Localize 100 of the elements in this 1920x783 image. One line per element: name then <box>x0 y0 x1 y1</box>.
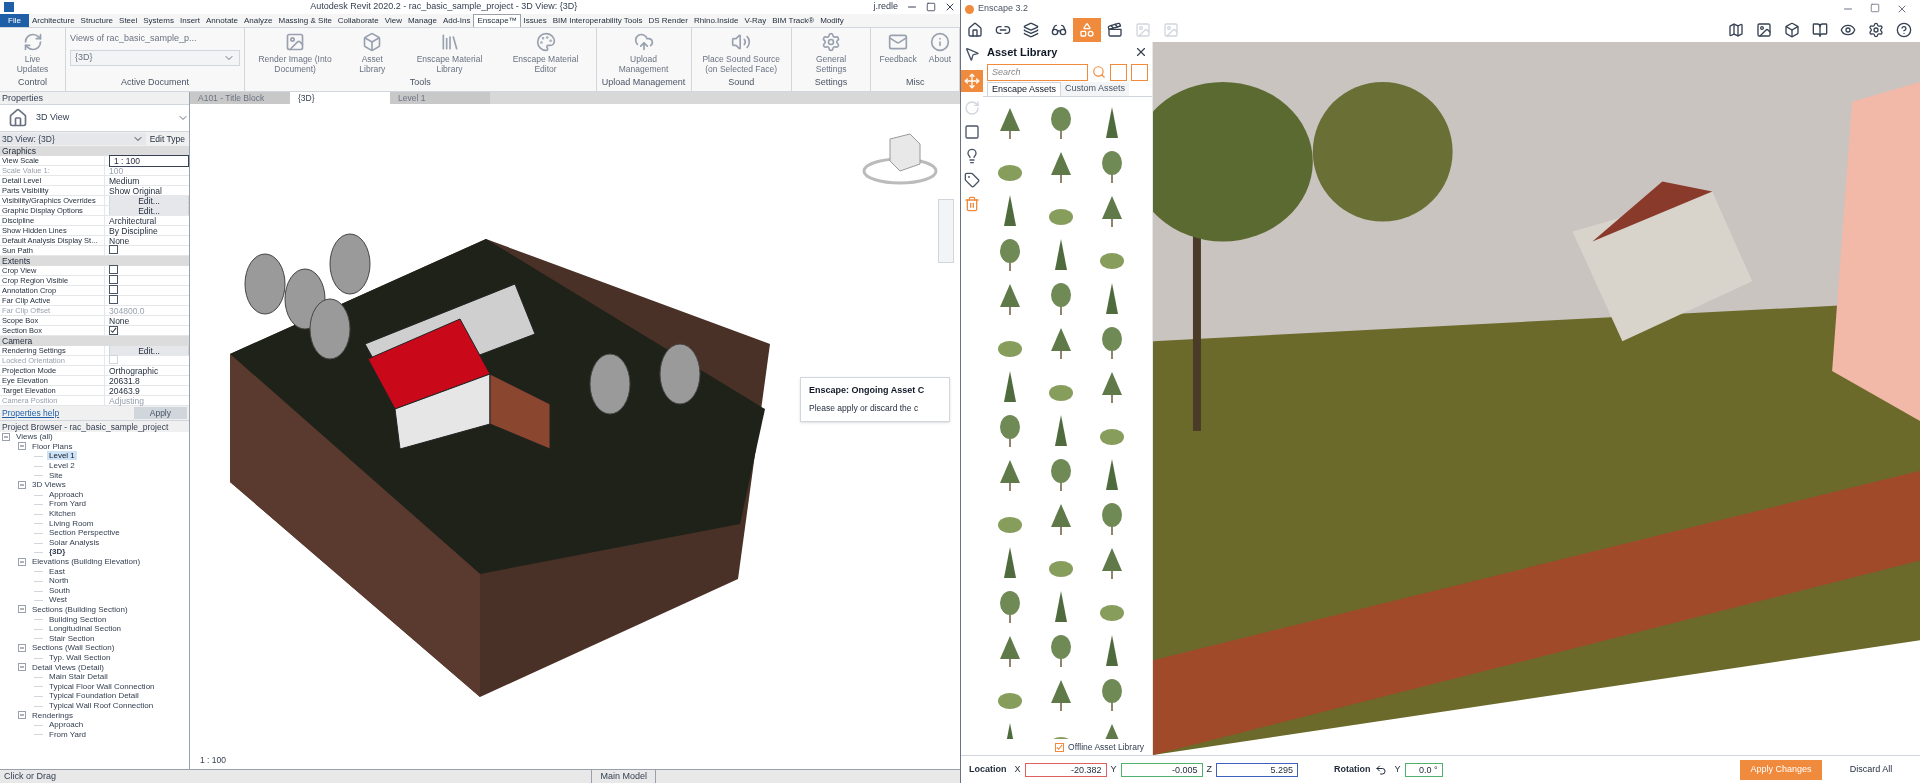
tag-icon[interactable] <box>964 172 980 188</box>
edit-button[interactable]: Edit... <box>109 196 189 205</box>
document-tab[interactable]: {3D} <box>290 92 390 104</box>
book-icon[interactable] <box>1812 22 1828 38</box>
tree-item[interactable]: Views (all) <box>14 432 55 442</box>
ribbon-tab[interactable]: Enscape™ <box>473 14 521 27</box>
ribbon-tab[interactable]: File <box>0 14 29 27</box>
ribbon-tab[interactable]: Steel <box>116 14 141 27</box>
close-icon[interactable] <box>1134 45 1148 59</box>
checkbox[interactable] <box>109 295 118 304</box>
layers-icon[interactable] <box>1023 22 1039 38</box>
tree-item[interactable]: Elevations (Building Elevation) <box>30 557 143 566</box>
settings-icon[interactable] <box>1868 22 1884 38</box>
ribbon-tab[interactable]: View <box>381 14 405 27</box>
tree-item[interactable]: Solar Analysis <box>47 537 102 547</box>
ribbon-tab[interactable]: DS Render <box>645 14 691 27</box>
ribbon-tool-button[interactable]: Feedback <box>875 32 921 64</box>
tree-toggle-icon[interactable] <box>18 643 26 652</box>
tree-item[interactable]: 3D Views <box>30 480 68 490</box>
ribbon-tool-button[interactable]: Enscape Material Editor <box>499 32 592 74</box>
move-tool-button[interactable] <box>961 70 983 92</box>
close-icon[interactable] <box>1896 3 1908 15</box>
tree-item[interactable]: {3D} <box>47 547 68 557</box>
checkbox[interactable] <box>109 325 118 335</box>
tree-item[interactable]: Longitudinal Section <box>47 624 124 634</box>
tree-item[interactable]: From Yard <box>47 729 89 739</box>
edit-button[interactable]: Edit... <box>109 346 189 355</box>
tree-item[interactable]: Kitchen <box>47 509 78 519</box>
maximize-icon[interactable] <box>926 2 936 12</box>
library-tab[interactable]: Enscape Assets <box>987 82 1062 96</box>
tree-item[interactable]: Site <box>47 470 65 480</box>
tree-toggle-icon[interactable] <box>18 442 26 451</box>
checkbox[interactable] <box>109 275 118 284</box>
tree-item[interactable]: Sections (Building Section) <box>30 605 130 614</box>
tree-item[interactable]: Typical Wall Roof Connection <box>47 700 156 710</box>
apply-button[interactable]: Apply <box>133 406 187 420</box>
tree-item[interactable]: Typ. Wall Section <box>47 652 113 662</box>
checkbox[interactable] <box>109 265 118 274</box>
tree-item[interactable]: Renderings <box>30 710 75 720</box>
ribbon-tab[interactable]: BIM Track® <box>769 14 818 27</box>
home-icon[interactable] <box>967 22 983 38</box>
map-icon[interactable] <box>1728 22 1744 38</box>
ribbon-tab[interactable]: Structure <box>77 14 117 27</box>
coordinate-field[interactable]: -0.005 <box>1120 762 1203 777</box>
tree-item[interactable]: Level 2 <box>47 461 77 471</box>
search-icon[interactable] <box>1092 65 1106 79</box>
ribbon-tab[interactable]: Architecture <box>28 14 78 27</box>
tree-item[interactable]: West <box>47 595 70 605</box>
trash-icon[interactable] <box>964 196 980 212</box>
close-icon[interactable] <box>944 1 956 13</box>
tree-item[interactable]: Stair Section <box>47 633 97 643</box>
tree-toggle-icon[interactable] <box>18 605 26 614</box>
ribbon-tool-button[interactable]: Enscape Material Library <box>403 32 496 74</box>
ribbon-tab[interactable]: Analyze <box>241 14 276 27</box>
tree-toggle-icon[interactable] <box>18 557 26 566</box>
scale-label[interactable]: 1 : 100 <box>200 754 226 767</box>
maximize-icon[interactable] <box>1870 3 1880 13</box>
ribbon-tab[interactable]: Insert <box>176 14 203 27</box>
ribbon-tab[interactable]: BIM Interoperability Tools <box>549 14 646 27</box>
tree-item[interactable]: South <box>47 585 72 595</box>
checkbox[interactable] <box>109 245 118 254</box>
ribbon-tool-button[interactable]: Asset Library <box>345 32 400 74</box>
tree-item[interactable]: Level 1 <box>47 451 77 461</box>
tree-item[interactable]: Section Perspective <box>47 528 122 538</box>
eye-icon[interactable] <box>1840 22 1856 38</box>
tree-item[interactable]: Floor Plans <box>30 441 75 451</box>
rotation-field[interactable]: 0.0 ° <box>1404 762 1443 777</box>
tree-item[interactable]: Building Section <box>47 614 109 624</box>
cube-icon[interactable] <box>1784 22 1800 38</box>
coordinate-field[interactable]: -20.382 <box>1024 762 1107 777</box>
tree-item[interactable]: Living Room <box>47 518 96 528</box>
document-dropdown[interactable]: {3D} <box>70 49 241 66</box>
ribbon-tab[interactable]: Add-Ins <box>439 14 474 27</box>
ribbon-tool-button[interactable]: Place Sound Source (on Selected Face) <box>695 32 787 74</box>
pointer-icon[interactable] <box>964 46 980 62</box>
ribbon-tool-button[interactable]: Upload Management <box>600 32 687 74</box>
tree-item[interactable]: East <box>47 566 67 576</box>
properties-help-link[interactable]: Properties help <box>2 406 60 420</box>
tree-toggle-icon[interactable] <box>18 663 26 672</box>
coordinate-field[interactable]: 5.295 <box>1216 762 1299 777</box>
ribbon-tab[interactable]: Systems <box>140 14 177 27</box>
checkbox[interactable] <box>1055 742 1065 752</box>
ribbon-tool-button[interactable]: Render Image (Into Document) <box>249 32 342 74</box>
ribbon-tab[interactable]: Collaborate <box>334 14 382 27</box>
section-header[interactable]: Camera <box>0 336 189 346</box>
checkbox[interactable] <box>109 285 118 294</box>
section-header[interactable]: Extents <box>0 256 189 266</box>
section-header[interactable]: Graphics <box>0 146 189 156</box>
tree-item[interactable]: North <box>47 576 71 586</box>
tree-item[interactable]: Approach <box>47 489 86 499</box>
ribbon-tab[interactable]: V-Ray <box>741 14 770 27</box>
ribbon-tab[interactable]: Annotate <box>202 14 241 27</box>
glasses-icon[interactable] <box>1051 22 1067 38</box>
ribbon-tab[interactable]: Modify <box>817 14 847 27</box>
ribbon-tool-button[interactable]: General Settings <box>795 32 867 74</box>
clapperboard-icon[interactable] <box>1107 22 1123 38</box>
ribbon-tab[interactable]: Issues <box>520 14 550 27</box>
image-icon[interactable] <box>1756 22 1772 38</box>
tree-item[interactable]: Main Stair Detail <box>47 672 110 682</box>
view-selector[interactable]: 3D View: {3D} <box>0 132 146 146</box>
